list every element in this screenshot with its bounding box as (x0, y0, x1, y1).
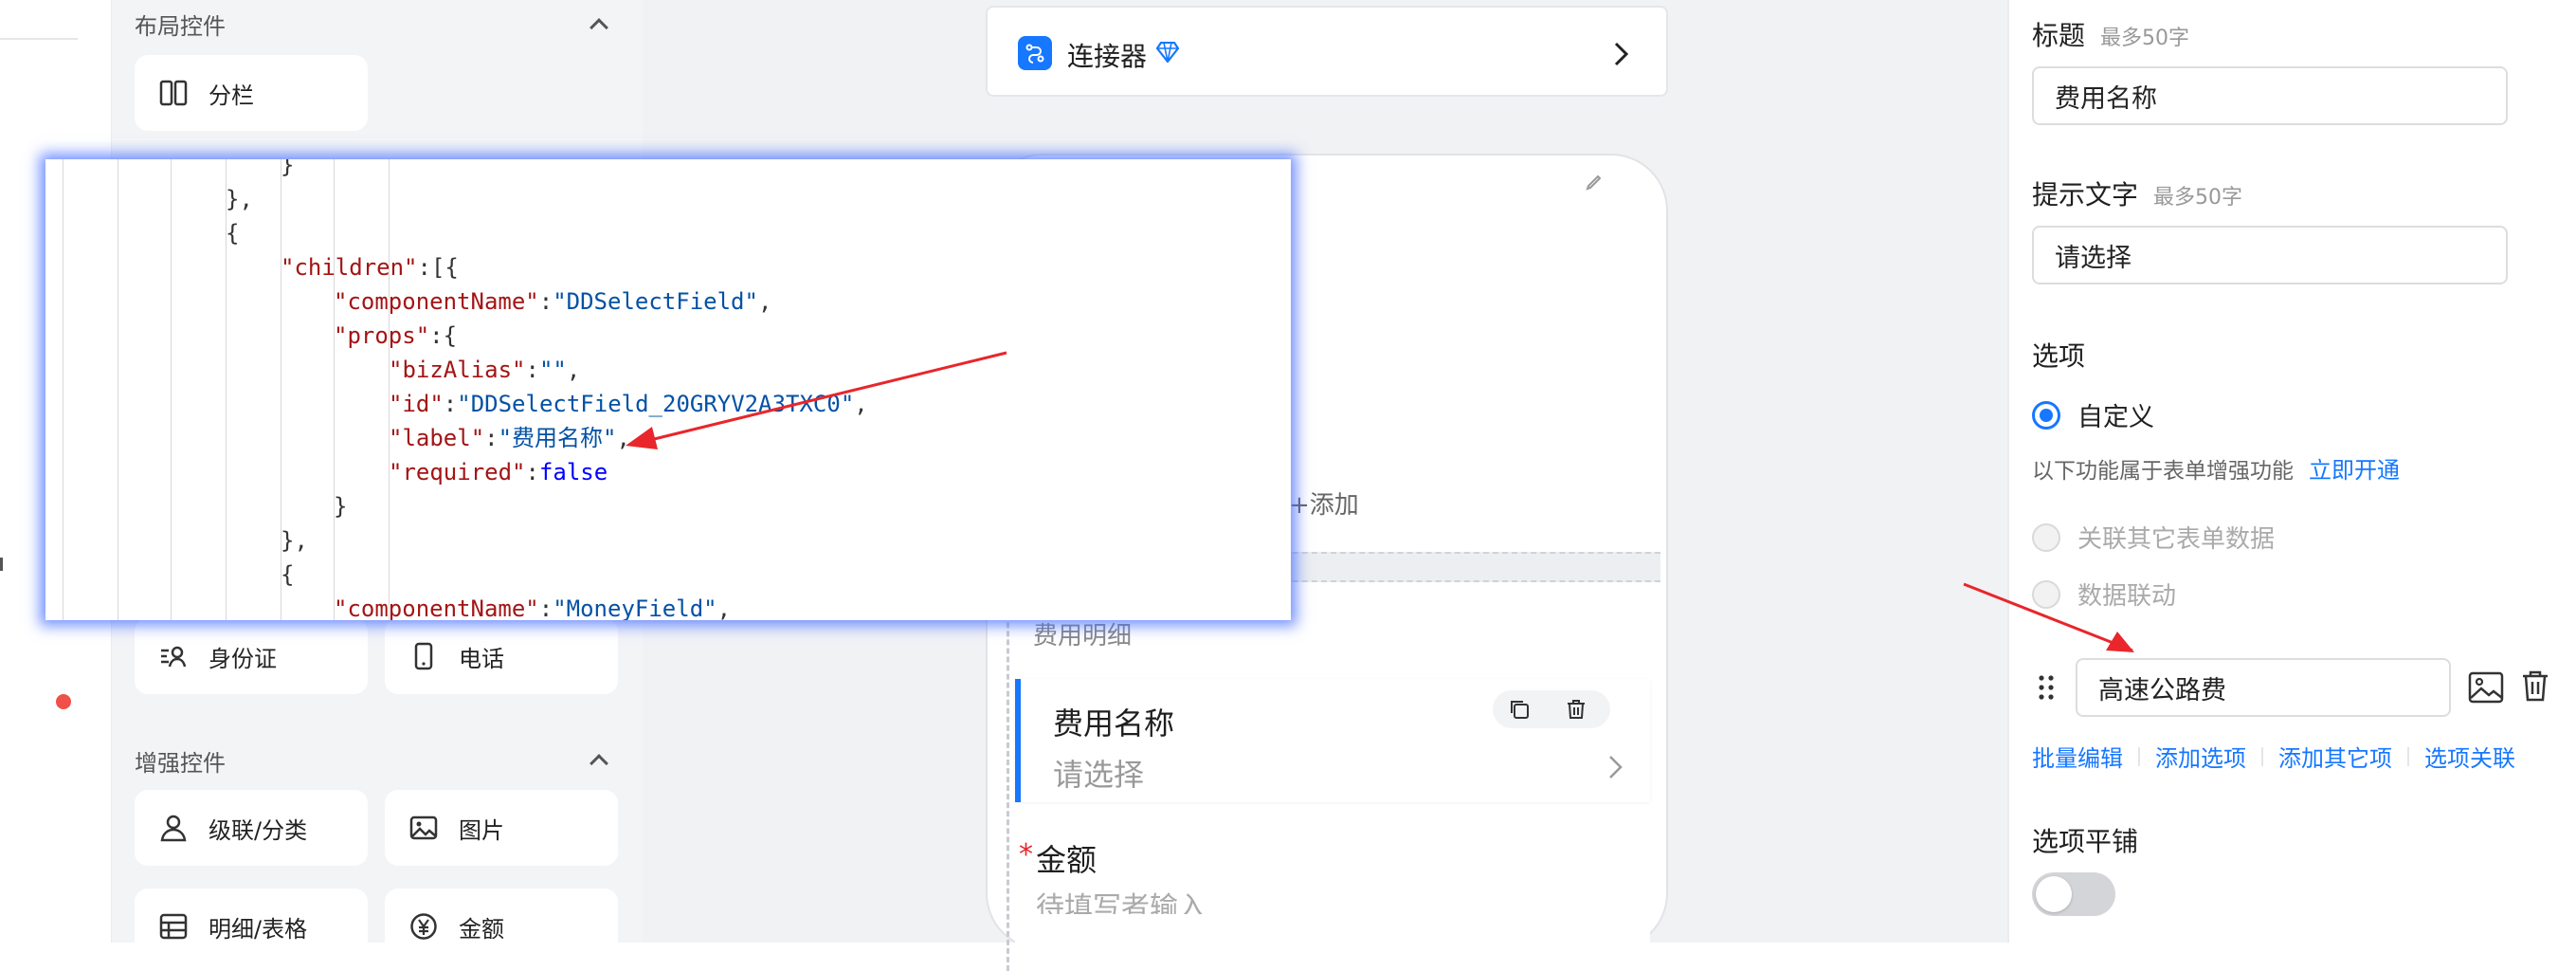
code-line: "label":"费用名称", (389, 425, 630, 451)
widget-idcard[interactable]: 身份证 (135, 618, 368, 694)
tile-toggle[interactable] (2032, 872, 2115, 916)
drag-handle-icon[interactable] (2038, 673, 2055, 705)
section-title-layout: 布局控件 (135, 13, 226, 40)
option-actions: 批量编辑 添加选项 添加其它项 选项关联 (2032, 740, 2515, 773)
properties-panel: 标题 最多50字 费用名称 提示文字 最多50字 请选择 选项 自定义 以下功能… (2007, 0, 2576, 943)
connector-bar[interactable]: 连接器 (986, 6, 1668, 97)
option-input[interactable]: 高速公路费 (2076, 658, 2451, 717)
options-label: 选项 (2032, 340, 2086, 372)
chevron-right-icon[interactable] (1613, 42, 1630, 70)
collapse-layout-icon[interactable] (590, 18, 608, 37)
collapse-enhanced-icon[interactable] (590, 754, 608, 773)
columns-icon (157, 77, 190, 109)
title-hint: 最多50字 (2100, 27, 2190, 50)
divider (2261, 746, 2263, 766)
widget-amount-label: 金额 (459, 915, 504, 943)
enable-link[interactable]: 立即开通 (2309, 451, 2400, 485)
field-name-placeholder: 请选择 (1053, 757, 1145, 793)
widget-cascade[interactable]: 级联/分类 (135, 790, 368, 866)
placeholder-label: 提示文字 (2032, 179, 2139, 211)
widget-columns[interactable]: 分栏 (135, 55, 368, 131)
code-line: }, (226, 186, 253, 212)
connector-label: 连接器 (1067, 41, 1148, 72)
field-actions (1493, 690, 1610, 728)
widget-image[interactable]: 图片 (385, 790, 618, 866)
detail-title: 费用明细 (1033, 622, 1133, 650)
enhance-notice-row: 以下功能属于表单增强功能 立即开通 (2032, 451, 2400, 485)
add-option-link[interactable]: 添加选项 (2155, 740, 2246, 773)
title-label: 标题 (2032, 20, 2086, 51)
widget-cascade-label: 级联/分类 (209, 816, 308, 844)
placeholder-hint: 最多50字 (2153, 186, 2243, 210)
title-input[interactable]: 费用名称 (2032, 66, 2508, 125)
add-other-link[interactable]: 添加其它项 (2278, 740, 2392, 773)
link-other-form-radio (2032, 522, 2060, 552)
image-icon (408, 812, 440, 844)
custom-radio-label: 自定义 (2077, 403, 2154, 432)
required-mark: * (1019, 838, 1033, 871)
edit-pencil-icon[interactable] (1585, 173, 1604, 195)
field-name-label: 费用名称 (1053, 705, 1175, 742)
code-line: } (334, 493, 348, 520)
widget-idcard-label: 身份证 (209, 645, 277, 672)
placeholder-field-header: 提示文字 最多50字 (2032, 174, 2242, 212)
link-other-form-label: 关联其它表单数据 (2077, 525, 2276, 554)
option-image-icon[interactable] (2468, 671, 2504, 707)
divider (2138, 746, 2140, 766)
widget-phone[interactable]: 电话 (385, 618, 618, 694)
user-icon (157, 812, 190, 844)
amount-placeholder: 待填写者输入 (1036, 891, 1206, 914)
yuan-coin-icon (408, 910, 440, 943)
chevron-right-icon (1608, 755, 1624, 783)
json-code-popup: }}, { "children":[{ "componentName":"DDSele… (45, 159, 1291, 620)
table-icon (157, 910, 190, 943)
link-other-form-row: 关联其它表单数据 (2032, 520, 2275, 555)
section-title-enhanced: 增强控件 (135, 750, 226, 777)
code-line: { (226, 220, 240, 247)
amount-field-card[interactable]: * 金额 待填写者输入 (1015, 819, 1650, 962)
phone-icon (408, 640, 440, 672)
annotation-arrow-option (1963, 582, 2134, 652)
code-line: "required":false (389, 459, 608, 486)
custom-radio-row[interactable]: 自定义 (2032, 396, 2154, 433)
code-line: }, (281, 527, 308, 554)
divider (0, 38, 78, 40)
id-card-icon (157, 640, 190, 672)
placeholder-input[interactable]: 请选择 (2032, 226, 2508, 284)
notification-dot (56, 694, 71, 709)
code-line: "props":{ (334, 322, 458, 349)
code-line: { (281, 561, 295, 588)
code-line: "componentName":"MoneyField", (334, 595, 732, 620)
widget-image-label: 图片 (459, 816, 504, 844)
widget-columns-label: 分栏 (209, 82, 254, 109)
batch-edit-link[interactable]: 批量编辑 (2032, 740, 2123, 773)
title-field-header: 标题 最多50字 (2032, 15, 2189, 53)
toggle-knob (2036, 876, 2072, 912)
enhance-notice: 以下功能属于表单增强功能 (2032, 458, 2294, 484)
code-line: "bizAlias":"", (389, 357, 581, 383)
widget-detail-table[interactable]: 明细/表格 (135, 889, 368, 964)
tile-toggle-label: 选项平铺 (2032, 826, 2139, 857)
nav-marker (0, 558, 3, 571)
widget-amount[interactable]: 金额 (385, 889, 618, 964)
selected-field-card[interactable]: 费用名称 请选择 (1015, 679, 1650, 802)
widget-detail-label: 明细/表格 (209, 915, 308, 943)
add-button[interactable]: +添加 (1289, 486, 1359, 521)
amount-label: 金额 (1036, 842, 1098, 878)
option-link-link[interactable]: 选项关联 (2424, 740, 2515, 773)
custom-radio[interactable] (2032, 400, 2060, 430)
connector-icon (1018, 36, 1052, 70)
code-line: } (281, 159, 295, 178)
diamond-icon (1155, 41, 1180, 66)
code-line: "componentName":"DDSelectField", (334, 288, 772, 315)
widget-phone-label: 电话 (459, 645, 504, 672)
option-delete-icon[interactable] (2521, 669, 2549, 705)
annotation-arrow-code (626, 351, 1007, 449)
delete-icon[interactable] (1565, 698, 1587, 724)
code-line: "children":[{ (281, 254, 459, 281)
copy-icon[interactable] (1508, 698, 1531, 724)
divider (2407, 746, 2409, 766)
